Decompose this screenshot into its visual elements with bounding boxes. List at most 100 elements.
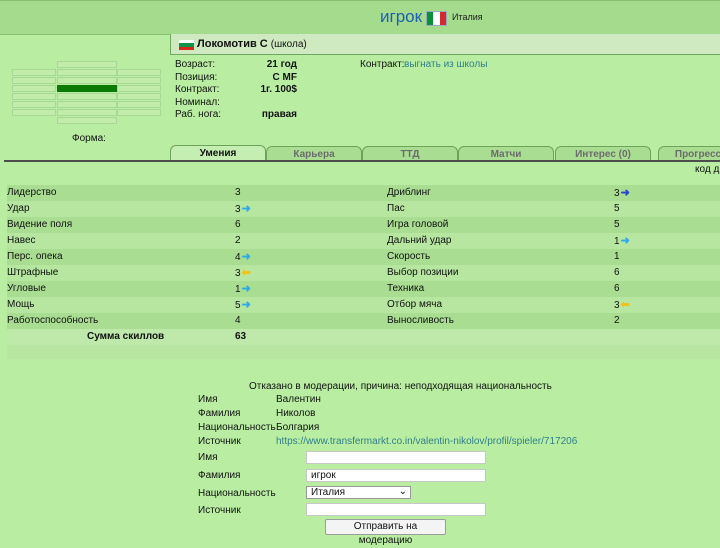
form-cell xyxy=(12,109,56,116)
arrow-left-icon: ⬅ xyxy=(241,267,251,279)
skill-name-text: Дальний удар xyxy=(387,235,452,246)
skill-name-text: Дриблинг xyxy=(387,187,431,198)
contract-label: Контракт: xyxy=(360,59,405,70)
title-bar xyxy=(0,0,720,35)
skill-name-text: Скорость xyxy=(387,251,431,262)
skill-name: Угловые xyxy=(7,281,46,297)
skill-row: Угловые 1➜ Техника 6 xyxy=(7,281,720,297)
info-value: C MF xyxy=(272,71,297,83)
skill-value: 2 xyxy=(614,313,620,329)
arrow-right-icon: ➜ xyxy=(241,299,251,311)
last-name-label: Фамилия xyxy=(198,470,241,481)
skill-value-text: 1 xyxy=(614,251,620,262)
country-name: Италия xyxy=(452,12,483,22)
skill-name: Игра головой xyxy=(387,217,448,233)
skill-name-text: Выносливость xyxy=(387,315,454,326)
team-suffix: (школа) xyxy=(270,39,307,50)
skill-name-text: Видение поля xyxy=(7,219,73,230)
skill-value-text: 1 xyxy=(614,236,620,247)
form-cell xyxy=(57,61,117,68)
skill-name-text: Перс. опека xyxy=(7,251,63,262)
team-name[interactable]: Локомотив С (школа) xyxy=(197,38,307,50)
skill-name: Техника xyxy=(387,281,424,297)
info-value: 1г. 100$ xyxy=(260,84,297,95)
skill-value: 1➜ xyxy=(614,233,630,250)
skill-name: Навес xyxy=(7,233,36,249)
last-name-input[interactable]: игрок xyxy=(306,469,486,482)
moderation-value: Болгария xyxy=(276,422,320,433)
arrow-right-icon: ➜ xyxy=(241,203,251,215)
skill-name: Скорость xyxy=(387,249,430,265)
skill-value: 3 xyxy=(235,185,241,201)
skill-row: Видение поля 6 Игра головой 5 xyxy=(7,217,720,233)
submit-moderation-button[interactable]: Отправить на модерацию xyxy=(325,519,446,546)
skill-name: Удар xyxy=(7,201,30,217)
skill-row: Мощь 5➜ Отбор мяча 3⬅ xyxy=(7,297,720,313)
form-cell xyxy=(117,109,161,116)
nationality-selected: Италия xyxy=(311,487,346,498)
skill-value-text: 2 xyxy=(235,235,241,246)
page-title: игрок xyxy=(380,7,423,26)
skill-name-text: Отбор мяча xyxy=(387,299,443,310)
tab-5[interactable]: Интерес (0) xyxy=(555,146,651,161)
skill-value-text: 5 xyxy=(614,203,620,214)
skill-name-text: Удар xyxy=(7,203,30,214)
skill-name: Выносливость xyxy=(387,313,454,329)
form-cell xyxy=(57,109,117,116)
first-name-input[interactable] xyxy=(306,451,486,464)
skill-name: Видение поля xyxy=(7,217,72,233)
form-cell xyxy=(57,117,117,124)
form-cell xyxy=(57,77,117,84)
skill-name: Лидерство xyxy=(7,185,56,201)
skill-value-text: 3 xyxy=(614,188,620,199)
form-cell xyxy=(117,93,161,100)
moderation-value: Николов xyxy=(276,408,316,419)
skill-value-text: 1 xyxy=(235,284,241,295)
team-name-text: Локомотив С xyxy=(197,38,268,50)
moderation-message: Отказано в модерации, причина: неподходя… xyxy=(249,381,552,392)
skill-value: 6 xyxy=(614,265,620,281)
skill-value: 6 xyxy=(235,217,241,233)
source-input[interactable] xyxy=(306,503,486,516)
tab-6[interactable]: Прогресс xyxy=(658,146,720,161)
divider xyxy=(4,160,720,162)
skill-value-text: 6 xyxy=(614,283,620,294)
skill-row: Навес 2 Дальний удар 1➜ xyxy=(7,233,720,249)
skill-value-text: 3 xyxy=(614,300,620,311)
skill-value: 1➜ xyxy=(235,281,251,298)
italy-flag-icon xyxy=(426,11,447,26)
skill-value-text: 5 xyxy=(614,219,620,230)
skill-name: Штрафные xyxy=(7,265,58,281)
skill-value: 3➜ xyxy=(614,185,630,202)
skill-value-text: 2 xyxy=(614,315,620,326)
code-link[interactable]: код д xyxy=(695,164,719,175)
skill-value-text: 4 xyxy=(235,252,241,263)
skill-value-text: 3 xyxy=(235,268,241,279)
form-cell xyxy=(57,69,117,76)
skill-name-text: Штрафные xyxy=(7,267,59,278)
tab-3[interactable]: ТТД xyxy=(362,146,458,161)
skill-row: Работоспособность 4 Выносливость 2 xyxy=(7,313,720,329)
kick-from-school-link[interactable]: выгнать из школы xyxy=(404,59,487,70)
skill-value-text: 4 xyxy=(235,315,241,326)
nationality-select[interactable]: Италия ⌄ xyxy=(306,486,411,499)
skill-name-text: Пас xyxy=(387,203,405,214)
info-value: правая xyxy=(261,109,297,120)
skill-value: 2 xyxy=(235,233,241,249)
skill-name-text: Техника xyxy=(387,283,425,294)
skills-sum-row: Сумма скиллов 63 xyxy=(7,329,720,359)
skill-name-text: Игра головой xyxy=(387,219,449,230)
form-cell xyxy=(117,77,161,84)
skill-value-text: 6 xyxy=(235,219,241,230)
skill-value: 5 xyxy=(614,201,620,217)
skill-value: 4 xyxy=(235,313,241,329)
source-link[interactable]: https://www.transfermarkt.co.in/valentin… xyxy=(276,436,577,447)
skill-name: Отбор мяча xyxy=(387,297,442,313)
skill-value: 6 xyxy=(614,281,620,297)
skill-name: Перс. опека xyxy=(7,249,63,265)
form-cell xyxy=(12,85,56,92)
skill-value-text: 5 xyxy=(235,300,241,311)
tab-4[interactable]: Матчи xyxy=(458,146,554,161)
tab-2[interactable]: Карьера xyxy=(266,146,362,161)
skill-name: Дальний удар xyxy=(387,233,451,249)
